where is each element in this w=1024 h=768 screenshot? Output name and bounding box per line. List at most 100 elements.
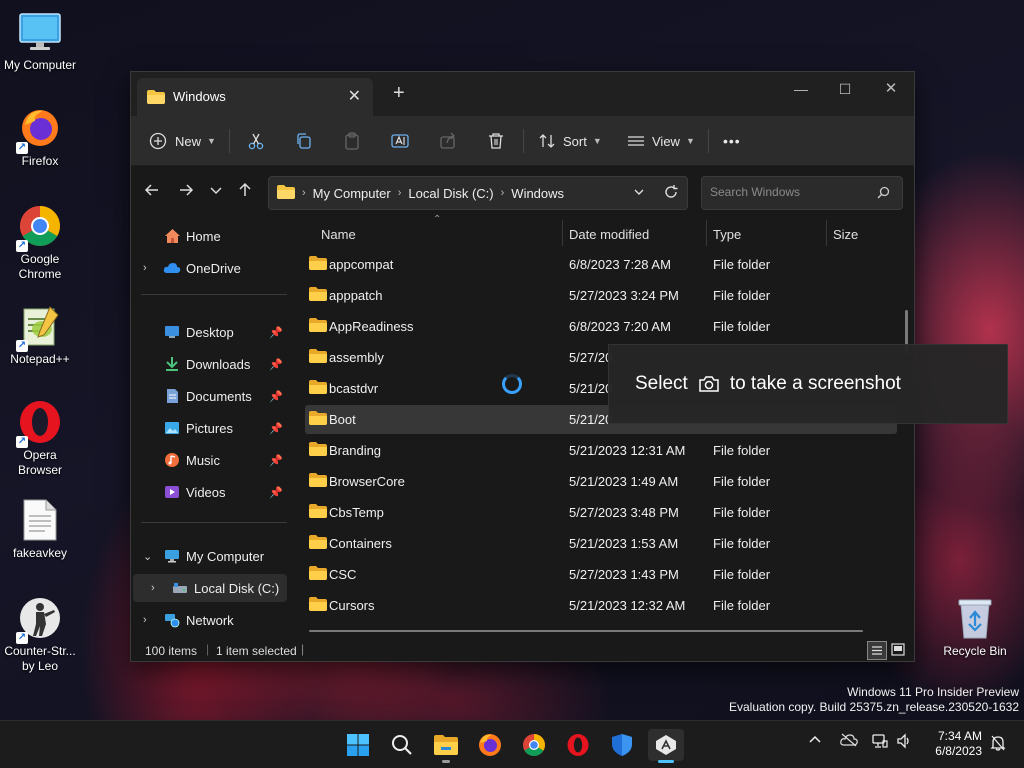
pin-icon[interactable]: 📌 [269,358,283,371]
forward-button[interactable] [176,180,196,200]
table-row[interactable]: Cursors 5/21/2023 12:32 AM File folder [305,591,897,620]
sort-button[interactable]: Sort ▼ [538,126,602,156]
table-row[interactable]: AppReadiness 6/8/2023 7:20 AM File folder [305,312,897,341]
address-bar[interactable]: › My Computer › Local Disk (C:) › Window… [268,176,688,210]
close-tab-icon[interactable]: ✕ [348,86,361,106]
taskbar-chrome[interactable] [516,729,552,761]
column-divider[interactable] [562,220,563,246]
copy-button[interactable] [295,126,313,156]
arrow-left-icon [144,184,158,196]
column-header-type[interactable]: Type [713,227,741,242]
desktop-icon-notepad-plus-plus[interactable]: ↗ Notepad++ [0,304,80,367]
search-box[interactable] [701,176,903,210]
new-label: New [175,133,202,149]
breadcrumb-item[interactable]: Windows [511,186,564,201]
minimize-button[interactable]: — [779,76,823,102]
desktop-icon-opera-browser[interactable]: ↗ Opera Browser [0,400,80,478]
sidebar-item-videos[interactable]: Videos 📌 [131,478,289,506]
view-button[interactable]: View ▼ [627,126,695,156]
sidebar-item-desktop[interactable]: Desktop 📌 [131,318,289,346]
desktop-icon-firefox[interactable]: ↗ Firefox [0,106,80,169]
chevron-down-icon[interactable]: ⌄ [143,550,152,563]
sidebar-item-my-computer[interactable]: ⌄ My Computer [131,542,289,570]
chevron-down-icon[interactable] [633,186,645,201]
chevron-right-icon[interactable]: › [143,614,147,626]
recycle-bin-icon [953,596,997,640]
maximize-button[interactable]: ☐ [823,76,867,102]
desktop-icon-fakeavkey[interactable]: fakeavkey [0,498,80,561]
new-tab-button[interactable]: + [393,82,405,105]
folder-icon [309,442,327,459]
table-row[interactable]: CSC 5/27/2023 1:43 PM File folder [305,560,897,589]
details-view-button[interactable] [867,641,887,660]
pin-icon[interactable]: 📌 [269,486,283,499]
breadcrumb-item[interactable]: My Computer [313,186,391,201]
taskbar-windows-security[interactable] [604,729,640,761]
taskbar-snipping-tool[interactable] [648,729,684,763]
volume-icon[interactable] [896,733,912,752]
show-hidden-icons-button[interactable] [808,733,822,750]
rename-button[interactable] [391,126,409,156]
desktop-icon-my-computer[interactable]: My Computer [0,10,80,73]
network-tray-icon[interactable] [872,733,888,752]
tab-windows[interactable]: Windows ✕ [137,78,373,116]
sidebar-item-documents[interactable]: Documents 📌 [131,382,289,410]
chevron-right-icon[interactable]: › [151,582,155,594]
cell-date-modified: 5/21/2023 12:31 AM [569,443,686,458]
sidebar-item-pictures[interactable]: Pictures 📌 [131,414,289,442]
pin-icon[interactable]: 📌 [269,422,283,435]
breadcrumb-item[interactable]: Local Disk (C:) [408,186,493,201]
column-divider[interactable] [826,220,827,246]
sidebar-item-onedrive[interactable]: › OneDrive [131,254,289,282]
pin-icon[interactable]: 📌 [269,454,283,467]
desktop-icon-google-chrome[interactable]: ↗ Google Chrome [0,204,80,282]
desktop-icon-recycle-bin[interactable]: Recycle Bin [935,596,1015,659]
clock[interactable]: 7:34 AM 6/8/2023 [920,729,982,759]
tiles-view-button[interactable] [889,641,909,660]
table-row[interactable]: CbsTemp 5/27/2023 3:48 PM File folder [305,498,897,527]
paste-button[interactable] [343,126,361,156]
column-header-name[interactable]: Name [321,227,356,242]
sidebar-item-home[interactable]: Home [131,222,289,250]
sidebar-item-downloads[interactable]: Downloads 📌 [131,350,289,378]
cell-name: Boot [329,412,356,427]
new-button[interactable]: New ▼ [149,126,216,156]
table-row[interactable]: apppatch 5/27/2023 3:24 PM File folder [305,281,897,310]
back-button[interactable] [142,180,162,200]
taskbar-search-button[interactable] [384,729,420,761]
notifications-button[interactable] [990,735,1006,754]
share-button[interactable] [439,126,457,156]
search-input[interactable] [710,185,870,199]
close-window-button[interactable]: ✕ [869,76,913,102]
pin-icon[interactable]: 📌 [269,326,283,339]
column-header-size[interactable]: Size [833,227,858,242]
taskbar-firefox[interactable] [472,729,508,761]
cut-button[interactable] [247,126,265,156]
taskbar-file-explorer[interactable] [428,729,464,763]
desktop-icon-counter-strike[interactable]: ↗ Counter-Str... by Leo [0,596,80,674]
table-row[interactable]: Branding 5/21/2023 12:31 AM File folder [305,436,897,465]
table-row[interactable]: Containers 5/21/2023 1:53 AM File folder [305,529,897,558]
divider [229,129,230,153]
cell-type: File folder [713,598,771,613]
delete-button[interactable] [487,126,505,156]
start-button[interactable] [340,729,376,761]
search-icon[interactable] [877,186,890,202]
column-header-date-modified[interactable]: Date modified [569,227,649,242]
table-row[interactable]: appcompat 6/8/2023 7:28 AM File folder [305,250,897,279]
sidebar-item-music[interactable]: Music 📌 [131,446,289,474]
sidebar-item-network[interactable]: › Network [131,606,289,634]
horizontal-scrollbar-thumb[interactable] [309,630,863,632]
more-options-button[interactable]: ••• [723,126,741,156]
pin-icon[interactable]: 📌 [269,390,283,403]
taskbar-opera[interactable] [560,729,596,761]
up-button[interactable] [235,180,255,200]
cell-type: File folder [713,443,771,458]
sidebar-item-local-disk[interactable]: › Local Disk (C:) [133,574,287,602]
recent-locations-button[interactable] [206,180,226,200]
chevron-right-icon[interactable]: › [143,262,147,274]
column-divider[interactable] [706,220,707,246]
onedrive-tray-icon[interactable] [840,733,858,750]
refresh-icon[interactable] [664,185,678,202]
table-row[interactable]: BrowserCore 5/21/2023 1:49 AM File folder [305,467,897,496]
